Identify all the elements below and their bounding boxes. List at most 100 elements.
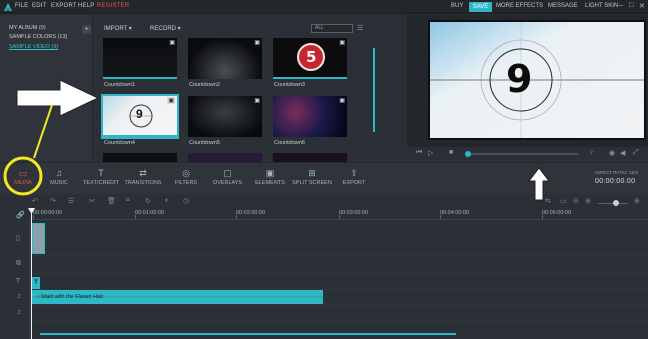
play-icon[interactable]: ▷: [428, 149, 433, 157]
thumb-progress: [103, 135, 177, 137]
color-icon[interactable]: ◐: [165, 197, 169, 204]
media-thumb-partial[interactable]: [188, 153, 262, 162]
minimize-icon[interactable]: –: [619, 2, 623, 9]
media-thumb-countdown3[interactable]: ▣ 5: [273, 38, 347, 79]
video-icon: ▣: [167, 97, 175, 104]
snapshot-icon[interactable]: ◉: [609, 149, 615, 157]
music-icon: ♫: [55, 168, 63, 178]
volume-icon[interactable]: ◀: [620, 149, 625, 157]
media-thumb-countdown5[interactable]: ▣: [188, 96, 262, 137]
timecode: 00:00:00.00: [595, 178, 636, 185]
ruler-tick: [135, 215, 136, 219]
zoom-knob[interactable]: [613, 200, 619, 206]
tab-label: EXPORT: [342, 180, 366, 186]
record-label: RECORD: [150, 26, 177, 32]
tab-transitions[interactable]: ⇄ TRANSITIONS: [124, 168, 162, 186]
timeline-scrollbar[interactable]: [40, 333, 456, 335]
ruler-tick-label: 00:00:00:00: [33, 210, 63, 216]
delete-icon[interactable]: 🗑: [107, 197, 116, 205]
text-track[interactable]: [30, 274, 648, 290]
menu-file[interactable]: FILE: [15, 3, 28, 9]
track-headers: [0, 220, 30, 339]
crop-icon[interactable]: ⌗: [126, 197, 130, 205]
rotate-icon[interactable]: ↻: [145, 197, 151, 205]
music-track-2[interactable]: [30, 306, 648, 322]
more-effects-button[interactable]: MORE EFFECTS: [496, 3, 543, 9]
list-view-icon[interactable]: ☰: [357, 24, 363, 32]
menu-register[interactable]: REGISTER: [97, 3, 129, 9]
stop-icon[interactable]: ■: [449, 149, 453, 156]
buy-button[interactable]: BUY: [451, 3, 463, 9]
media-thumb-countdown6[interactable]: ▣: [273, 96, 347, 137]
playhead[interactable]: [31, 208, 32, 339]
music-track-2-icon: ♫: [16, 309, 22, 316]
tab-label: MEDIA: [14, 180, 32, 186]
zoom-out-icon[interactable]: ⊖: [573, 197, 579, 205]
light-skin-button[interactable]: LIGHT SKIN: [585, 3, 618, 9]
tab-music[interactable]: ♫ MUSIC: [48, 168, 70, 186]
tab-label: SPLIT SCREEN: [292, 180, 332, 186]
tab-filters[interactable]: ◎ FILTERS: [172, 168, 200, 186]
maximize-icon[interactable]: □: [629, 2, 633, 9]
media-label: Countdown4: [104, 140, 135, 146]
fit-icon[interactable]: ▭: [560, 197, 567, 205]
import-dropdown[interactable]: IMPORT ▾: [104, 25, 132, 32]
video-clip[interactable]: [32, 223, 45, 254]
microphone-icon[interactable]: ♪: [590, 149, 594, 156]
ruler-tick-label: 00:02:00:00: [236, 210, 266, 216]
tab-label: FILTERS: [174, 180, 198, 186]
text-track-icon: T: [16, 278, 21, 285]
media-thumb-countdown1[interactable]: ▣: [103, 38, 177, 79]
list-icon[interactable]: ☰: [68, 197, 74, 205]
text-icon: T: [98, 168, 104, 178]
render-icon[interactable]: ⇆: [545, 197, 551, 205]
media-label: Countdown6: [274, 140, 305, 146]
seek-knob[interactable]: [465, 151, 471, 157]
countdown-graphic: [430, 22, 644, 138]
tab-export[interactable]: ⇪ EXPORT: [340, 168, 368, 186]
video-icon: ▣: [254, 40, 260, 46]
tab-media[interactable]: ▭ MEDIA: [11, 168, 35, 186]
fullscreen-icon[interactable]: ⤢: [633, 149, 639, 157]
media-thumb-partial[interactable]: [273, 153, 347, 162]
library-scrollbar[interactable]: [373, 48, 375, 132]
album-my-album[interactable]: MY ALBUM (0): [9, 25, 46, 31]
export-icon: ⇪: [350, 168, 358, 178]
menu-help[interactable]: HELP: [78, 3, 94, 9]
album-sample-video[interactable]: SAMPLE VIDEO (9): [9, 44, 58, 50]
zoom-in-icon[interactable]: ⊕: [585, 197, 591, 205]
add-album-button[interactable]: +: [82, 25, 91, 34]
preview-seek-bar[interactable]: [468, 153, 578, 155]
record-dropdown[interactable]: RECORD ▾: [150, 25, 181, 32]
cut-icon[interactable]: ✂: [89, 197, 95, 205]
menu-export[interactable]: EXPORT: [51, 3, 77, 9]
tab-text-credit[interactable]: T TEXT/CREDIT: [82, 168, 120, 186]
undo-icon[interactable]: ↶: [32, 197, 38, 205]
text-clip[interactable]: T: [32, 277, 40, 289]
tab-overlays[interactable]: ▢ OVERLAYS: [211, 168, 244, 186]
video-icon: ▣: [254, 98, 260, 104]
media-thumb-countdown4[interactable]: ▣ 9: [101, 94, 179, 139]
tab-split-screen[interactable]: ⊞ SPLIT SCREEN: [291, 168, 333, 186]
message-button[interactable]: MESSAGE: [548, 3, 578, 9]
tab-label: TRANSITIONS: [124, 180, 162, 186]
save-button[interactable]: SAVE: [469, 2, 492, 12]
music-clip-label: ♪ Maid with the Flaxen Hair: [37, 294, 104, 300]
tab-label: MUSIC: [50, 180, 68, 186]
link-icon[interactable]: 🔗: [16, 211, 25, 219]
video-icon: ▣: [169, 40, 175, 46]
filter-dropdown[interactable]: ALL: [311, 24, 353, 33]
skip-back-icon[interactable]: ⏮: [416, 149, 422, 157]
menu-edit[interactable]: EDIT: [32, 3, 46, 9]
tab-elements[interactable]: ▣ ELEMENTS: [254, 168, 286, 186]
speed-icon[interactable]: ◷: [183, 197, 189, 205]
pip-track[interactable]: [30, 256, 648, 274]
media-thumb-partial[interactable]: [103, 153, 177, 162]
redo-icon[interactable]: ↷: [50, 197, 56, 205]
split-screen-icon: ⊞: [308, 168, 316, 178]
media-thumb-countdown2[interactable]: ▣: [188, 38, 262, 79]
album-sample-colors[interactable]: SAMPLE COLORS (13): [9, 34, 67, 40]
zoom-max-icon[interactable]: ⊕: [634, 197, 640, 205]
close-icon[interactable]: ✕: [639, 2, 645, 10]
video-track[interactable]: [30, 220, 648, 256]
